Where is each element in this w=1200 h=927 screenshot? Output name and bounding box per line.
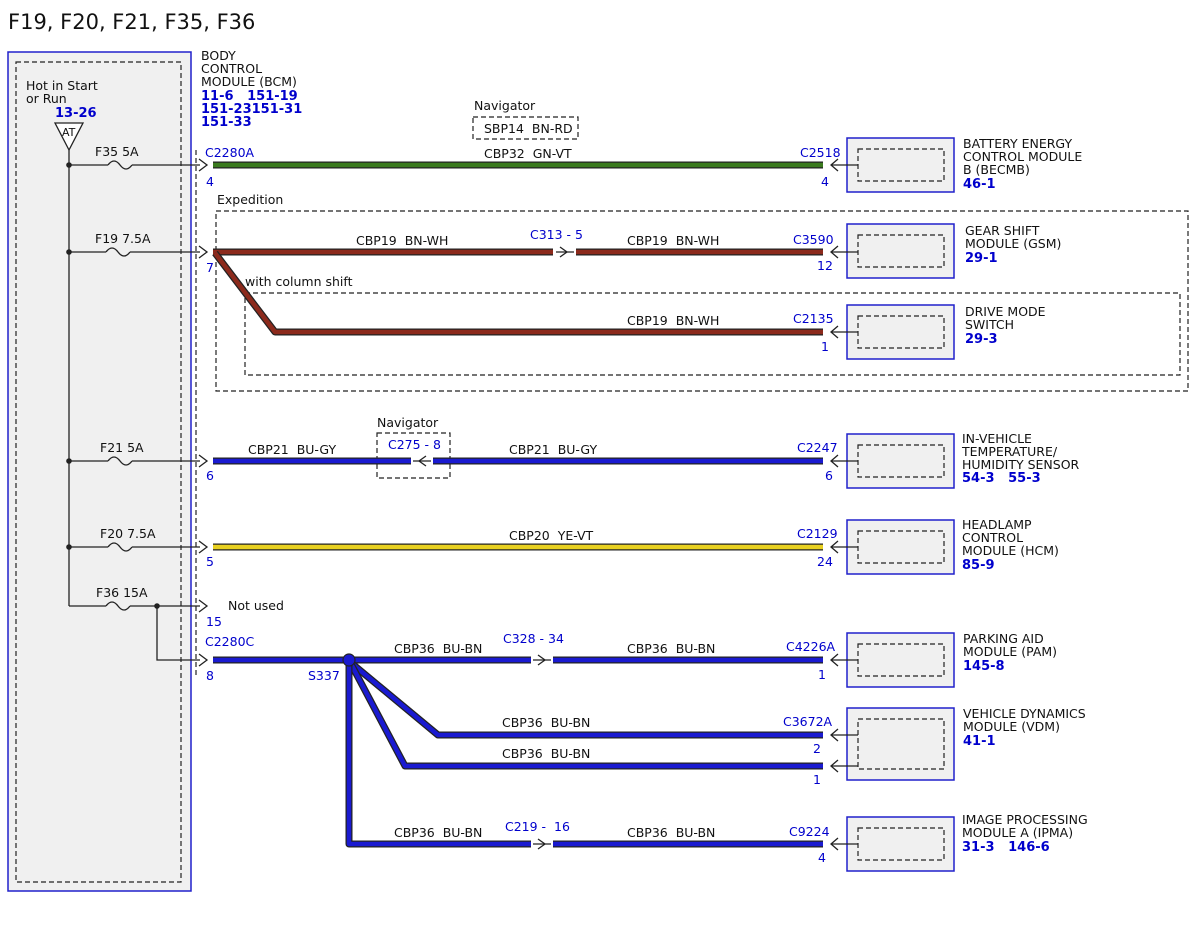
module-gsm <box>830 223 955 279</box>
ipma-ref: 31-3 146-6 <box>962 840 1050 855</box>
module-temp-humidity-sensor <box>830 433 955 489</box>
cbp21-label-b: CBP21 BU-GY <box>509 442 597 457</box>
temp-sensor-name-3: HUMIDITY SENSOR <box>962 457 1080 472</box>
wire-cbp19 <box>212 248 823 336</box>
cbp36-label-e: CBP36 BU-BN <box>394 825 482 840</box>
bcm-pin-4: 4 <box>206 174 214 189</box>
inline-c275-symbol <box>413 455 431 467</box>
navigator-label-1: Navigator <box>474 98 536 113</box>
c4226a-label: C4226A <box>786 639 836 654</box>
cbp19-label-c: CBP19 BN-WH <box>627 313 719 328</box>
temp-sensor-ref: 54-3 55-3 <box>962 471 1041 486</box>
module-becmb <box>830 137 955 193</box>
pam-name-2: MODULE (PAM) <box>963 644 1057 659</box>
gsm-ref: 29-1 <box>965 251 998 266</box>
hot-ref: 13-26 <box>55 106 97 121</box>
inline-c219-symbol <box>533 838 551 850</box>
c2280c-label: C2280C <box>205 634 255 649</box>
pam-pin: 1 <box>818 667 826 682</box>
module-drive-mode-switch <box>830 304 955 360</box>
c328-label: C328 - 34 <box>503 631 564 646</box>
ipma-name-2: MODULE A (IPMA) <box>962 825 1073 840</box>
gsm-name-2: MODULE (GSM) <box>965 236 1061 251</box>
c313-label: C313 - 5 <box>530 227 583 242</box>
module-pam <box>830 632 955 688</box>
c3590-label: C3590 <box>793 232 834 247</box>
drive-mode-pin: 1 <box>821 339 829 354</box>
splice-s337-dot <box>342 653 356 667</box>
wiring-diagram: F19, F20, F21, F35, F36 BODY CONTROL MOD… <box>7 10 1189 892</box>
c9224-label: C9224 <box>789 824 830 839</box>
c219-label: C219 - 16 <box>505 819 570 834</box>
pam-ref: 145-8 <box>963 659 1005 674</box>
becmb-name-3: B (BECMB) <box>963 162 1030 177</box>
hot-label-2: or Run <box>26 91 67 106</box>
cbp19-label-b: CBP19 BN-WH <box>627 233 719 248</box>
not-used-label: Not used <box>228 598 284 613</box>
sbp14-label: SBP14 BN-RD <box>484 121 573 136</box>
c3672a-label: C3672A <box>783 714 833 729</box>
drive-mode-ref: 29-3 <box>965 332 998 347</box>
cbp36-label-b: CBP36 BU-BN <box>627 641 715 656</box>
hcm-pin: 24 <box>817 554 833 569</box>
cbp20-label: CBP20 YE-VT <box>509 528 594 543</box>
fuse-f21-label: F21 5A <box>100 440 144 455</box>
bcm-name-3: MODULE (BCM) <box>201 74 297 89</box>
hcm-ref: 85-9 <box>962 558 995 573</box>
cbp21-label-a: CBP21 BU-GY <box>248 442 336 457</box>
module-vdm <box>830 707 955 781</box>
bcm-pin-8: 8 <box>206 668 214 683</box>
c2247-label: C2247 <box>797 440 838 455</box>
becmb-pin: 4 <box>821 174 829 189</box>
bcm-box <box>7 51 192 892</box>
splice-s337-label: S337 <box>308 668 340 683</box>
inline-c328-symbol <box>533 654 551 666</box>
c2280a-label: C2280A <box>205 145 255 160</box>
bcm-pin-6: 6 <box>206 468 214 483</box>
cbp36-label-f: CBP36 BU-BN <box>627 825 715 840</box>
c2129-label: C2129 <box>797 526 838 541</box>
c2135-label: C2135 <box>793 311 834 326</box>
bcm-pin-7: 7 <box>206 260 214 275</box>
fuse-f36-label: F36 15A <box>96 585 148 600</box>
bcm-pin-5: 5 <box>206 554 214 569</box>
hcm-name-3: MODULE (HCM) <box>962 543 1059 558</box>
inline-c313-symbol <box>556 246 574 258</box>
vdm-pin-2: 2 <box>813 741 821 756</box>
becmb-ref: 46-1 <box>963 177 996 192</box>
cbp36-label-c: CBP36 BU-BN <box>502 715 590 730</box>
column-shift-label: with column shift <box>245 274 353 289</box>
bcm-pin-15: 15 <box>206 614 222 629</box>
gsm-pin: 12 <box>817 258 833 273</box>
bcm-ref-3: 151-33 <box>201 115 252 130</box>
vdm-ref: 41-1 <box>963 734 996 749</box>
navigator-label-2: Navigator <box>377 415 439 430</box>
diagram-title: F19, F20, F21, F35, F36 <box>8 10 255 34</box>
module-hcm <box>830 519 955 575</box>
fuse-f19-label: F19 7.5A <box>95 231 151 246</box>
at-label: AT <box>62 126 76 139</box>
temp-sensor-pin: 6 <box>825 468 833 483</box>
cbp36-label-a: CBP36 BU-BN <box>394 641 482 656</box>
module-ipma <box>830 816 955 872</box>
cbp32-label: CBP32 GN-VT <box>484 146 572 161</box>
fuse-f35-label: F35 5A <box>95 144 139 159</box>
ipma-pin: 4 <box>818 850 826 865</box>
bcm-pin-arrows <box>198 158 209 667</box>
c2518-label: C2518 <box>800 145 841 160</box>
vdm-pin-1: 1 <box>813 772 821 787</box>
vdm-name-2: MODULE (VDM) <box>963 719 1060 734</box>
cbp36-label-d: CBP36 BU-BN <box>502 746 590 761</box>
cbp19-label-a: CBP19 BN-WH <box>356 233 448 248</box>
fuse-f20-label: F20 7.5A <box>100 526 156 541</box>
drive-mode-name-2: SWITCH <box>965 317 1014 332</box>
expedition-label: Expedition <box>217 192 283 207</box>
c275-label: C275 - 8 <box>388 437 441 452</box>
